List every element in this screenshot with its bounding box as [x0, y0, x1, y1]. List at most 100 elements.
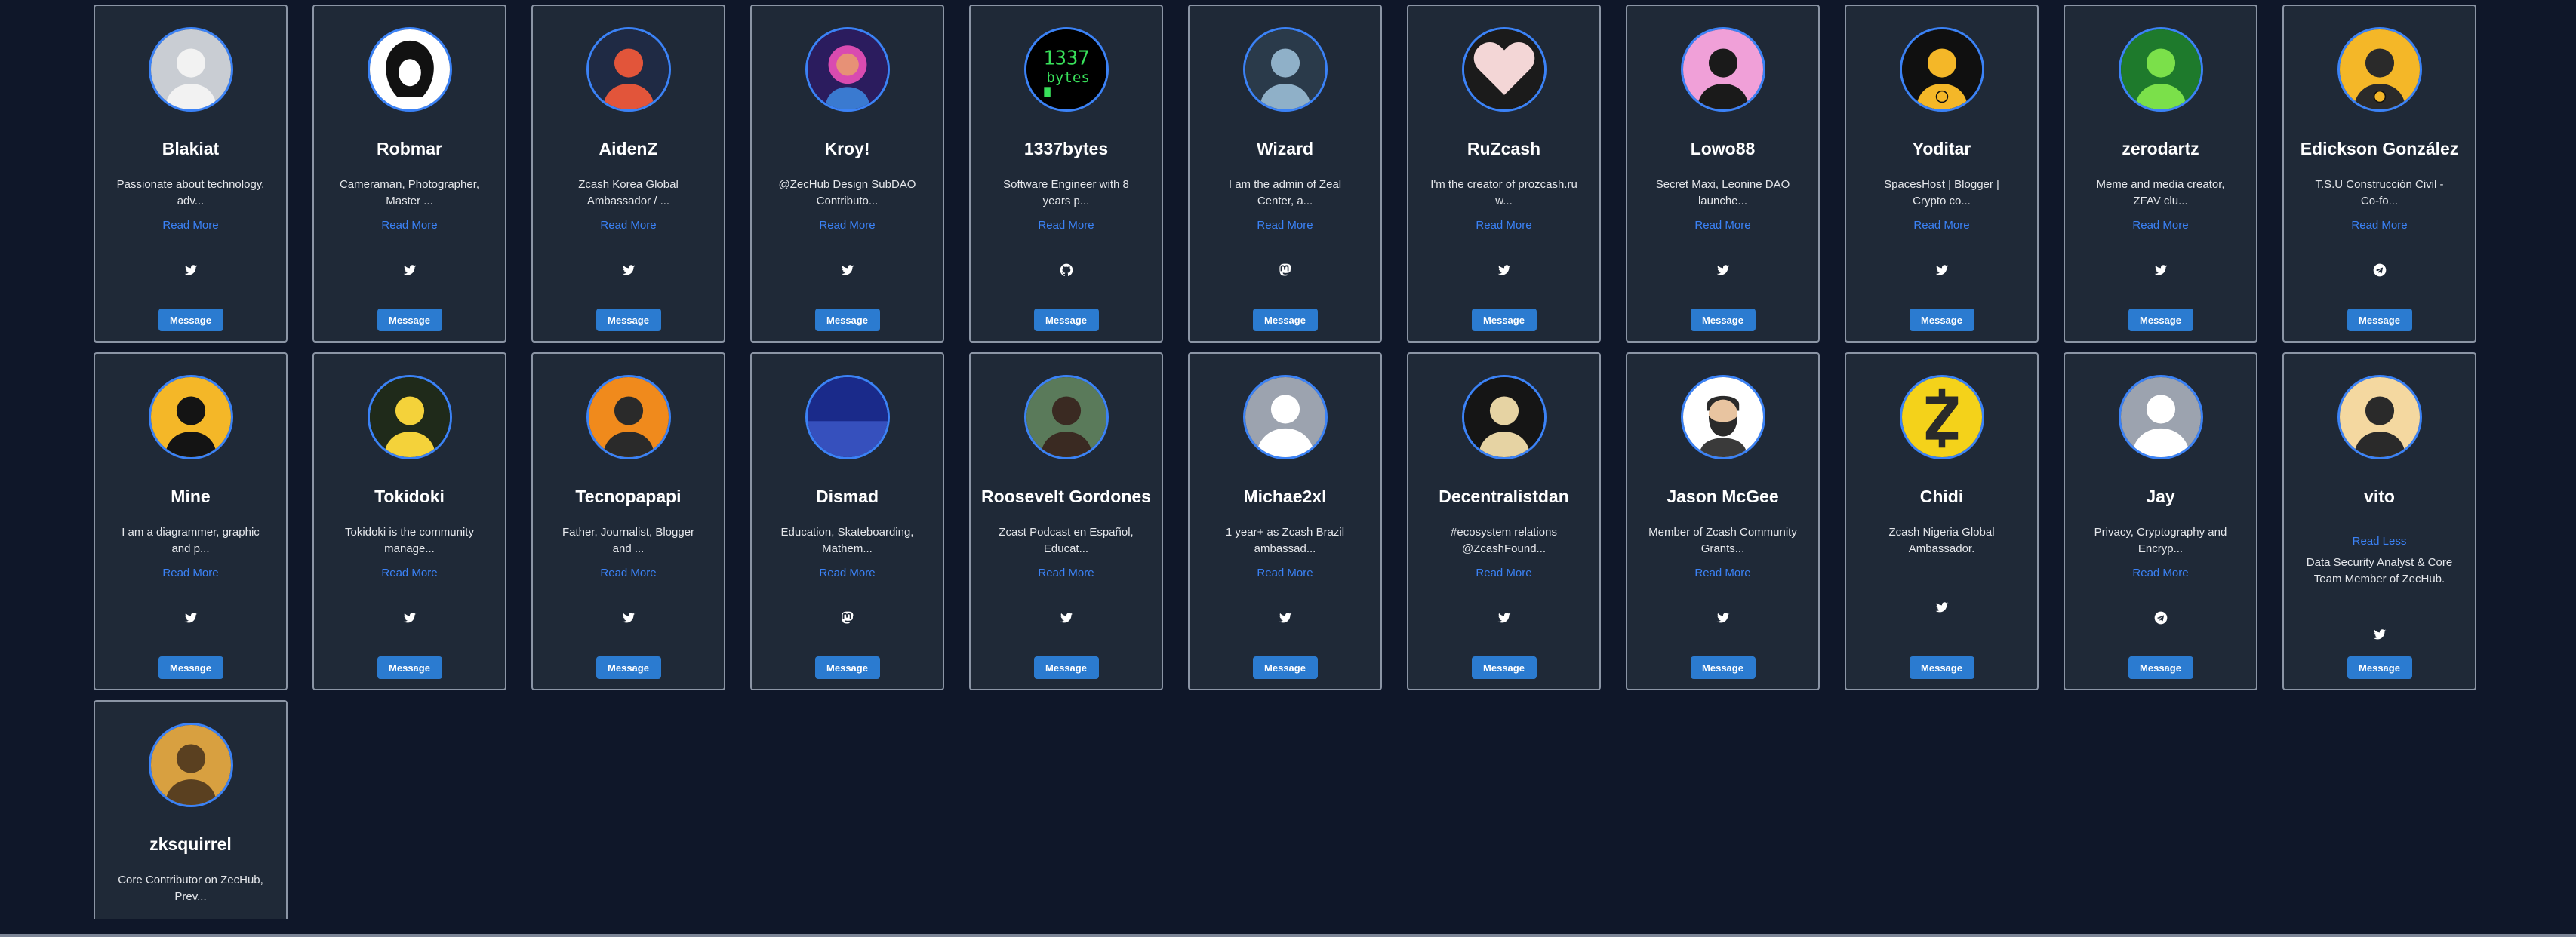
- member-avatar: [1242, 27, 1328, 112]
- read-more-link[interactable]: Read More: [1627, 567, 1818, 579]
- member-card: Roosevelt Gordones Zcast Podcast en Españ…: [969, 352, 1163, 690]
- member-bio: Tokidoki is the community manage...: [345, 526, 474, 555]
- member-name: Lowo88: [1690, 139, 1756, 158]
- message-button[interactable]: Message: [377, 309, 442, 331]
- read-more-link[interactable]: Read More: [752, 219, 943, 232]
- message-button[interactable]: Message: [1690, 656, 1756, 679]
- read-more-link[interactable]: Read More: [314, 219, 505, 232]
- twitter-icon[interactable]: [1934, 600, 1950, 615]
- message-button[interactable]: Message: [814, 656, 880, 679]
- member-avatar: [1680, 27, 1765, 112]
- twitter-icon[interactable]: [402, 263, 417, 278]
- message-button[interactable]: Message: [377, 656, 442, 679]
- read-more-link[interactable]: Read More: [971, 567, 1162, 579]
- read-more-link[interactable]: Read More: [2284, 219, 2475, 232]
- member-avatar: [148, 27, 233, 112]
- member-bio: Meme and media creator, ZFAV clu...: [2096, 178, 2225, 207]
- read-more-link[interactable]: Read More: [752, 567, 943, 579]
- member-avatar: [367, 375, 452, 459]
- member-name: Jay: [2146, 487, 2175, 506]
- read-more-link[interactable]: Read More: [1627, 219, 1818, 232]
- member-bio: Member of Zcash Community Grants...: [1648, 526, 1797, 555]
- telegram-icon[interactable]: [2153, 610, 2168, 625]
- twitter-icon[interactable]: [621, 263, 636, 278]
- member-avatar: [586, 375, 671, 459]
- twitter-icon[interactable]: [1716, 263, 1731, 278]
- member-avatar: [2118, 375, 2203, 459]
- message-button[interactable]: Message: [814, 309, 880, 331]
- read-more-link[interactable]: Read More: [314, 567, 505, 579]
- twitter-icon[interactable]: [1278, 610, 1293, 625]
- twitter-icon[interactable]: [2372, 627, 2387, 642]
- read-more-link[interactable]: Read More: [95, 219, 286, 232]
- member-name: Tokidoki: [374, 487, 445, 506]
- message-button[interactable]: Message: [158, 309, 223, 331]
- twitter-icon[interactable]: [183, 610, 199, 625]
- twitter-icon[interactable]: [1934, 263, 1950, 278]
- twitter-icon[interactable]: [840, 263, 855, 278]
- message-button[interactable]: Message: [1909, 656, 1974, 679]
- message-button[interactable]: Message: [1033, 656, 1099, 679]
- read-more-link[interactable]: Read More: [971, 219, 1162, 232]
- member-name: Jason McGee: [1667, 487, 1779, 506]
- message-button[interactable]: Message: [1690, 309, 1756, 331]
- read-more-link[interactable]: Read More: [95, 567, 286, 579]
- mastodon-icon[interactable]: [840, 610, 855, 625]
- member-avatar: [148, 723, 233, 807]
- message-button[interactable]: Message: [2347, 309, 2412, 331]
- message-button[interactable]: Message: [2128, 309, 2193, 331]
- message-button[interactable]: Message: [1033, 309, 1099, 331]
- horizontal-scrollbar[interactable]: [0, 934, 2576, 937]
- member-bio: SpacesHost | Blogger | Crypto co...: [1884, 178, 1999, 207]
- read-more-link[interactable]: Read More: [1408, 567, 1599, 579]
- member-card: Michae2xl 1 year+ as Zcash Brazil ambassa…: [1188, 352, 1382, 690]
- github-icon[interactable]: [1059, 263, 1074, 278]
- twitter-icon[interactable]: [1059, 610, 1074, 625]
- member-bio: Education, Skateboarding, Mathem...: [780, 526, 914, 555]
- twitter-icon[interactable]: [183, 263, 199, 278]
- member-card: vito Data Security Analyst & Core Team Me…: [2282, 352, 2476, 690]
- message-button[interactable]: Message: [1471, 309, 1537, 331]
- member-bio: Core Contributor on ZecHub, Prev...: [118, 874, 263, 903]
- member-grid: Blakiat Passionate about technology, adv.…: [94, 5, 2476, 919]
- read-more-link[interactable]: Read More: [2065, 567, 2256, 579]
- read-more-link[interactable]: Read More: [1846, 219, 2037, 232]
- twitter-icon[interactable]: [1497, 610, 1512, 625]
- read-more-link[interactable]: Read More: [533, 219, 724, 232]
- mastodon-icon[interactable]: [1278, 263, 1293, 278]
- read-more-link[interactable]: Read More: [1408, 219, 1599, 232]
- member-name: 1337bytes: [1023, 139, 1109, 158]
- member-card: 1337 bytes 1337bytes Software Engineer with…: [969, 5, 1163, 343]
- message-button[interactable]: Message: [1252, 656, 1318, 679]
- member-bio: Cameraman, Photographer, Master ...: [339, 178, 480, 207]
- read-more-link[interactable]: Read More: [1190, 567, 1380, 579]
- message-button[interactable]: Message: [596, 309, 661, 331]
- member-name: Decentralistdan: [1439, 487, 1569, 506]
- read-more-link[interactable]: Read More: [1190, 219, 1380, 232]
- message-button[interactable]: Message: [158, 656, 223, 679]
- member-bio: Passionate about technology, adv...: [116, 178, 265, 207]
- member-avatar: [2337, 27, 2422, 112]
- member-avatar: [2118, 27, 2203, 112]
- telegram-icon[interactable]: [2372, 263, 2387, 278]
- member-card: Decentralistdan #ecosystem relations @Zca…: [1407, 352, 1601, 690]
- twitter-icon[interactable]: [402, 610, 417, 625]
- message-button[interactable]: Message: [1909, 309, 1974, 331]
- message-button[interactable]: Message: [2347, 656, 2412, 679]
- message-button[interactable]: Message: [596, 656, 661, 679]
- twitter-icon[interactable]: [2153, 263, 2168, 278]
- read-more-link[interactable]: Read More: [2065, 219, 2256, 232]
- twitter-icon[interactable]: [1716, 610, 1731, 625]
- member-avatar: [1899, 27, 1984, 112]
- twitter-icon[interactable]: [1497, 263, 1512, 278]
- member-avatar: [1242, 375, 1328, 459]
- twitter-icon[interactable]: [621, 610, 636, 625]
- read-more-link[interactable]: Read More: [533, 567, 724, 579]
- message-button[interactable]: Message: [2128, 656, 2193, 679]
- member-card: Kroy! @ZecHub Design SubDAO Contributo...…: [750, 5, 944, 343]
- read-less-link[interactable]: Read Less: [2284, 535, 2475, 548]
- member-name: Yoditar: [1912, 139, 1971, 158]
- message-button[interactable]: Message: [1252, 309, 1318, 331]
- member-name: vito: [2364, 487, 2395, 506]
- message-button[interactable]: Message: [1471, 656, 1537, 679]
